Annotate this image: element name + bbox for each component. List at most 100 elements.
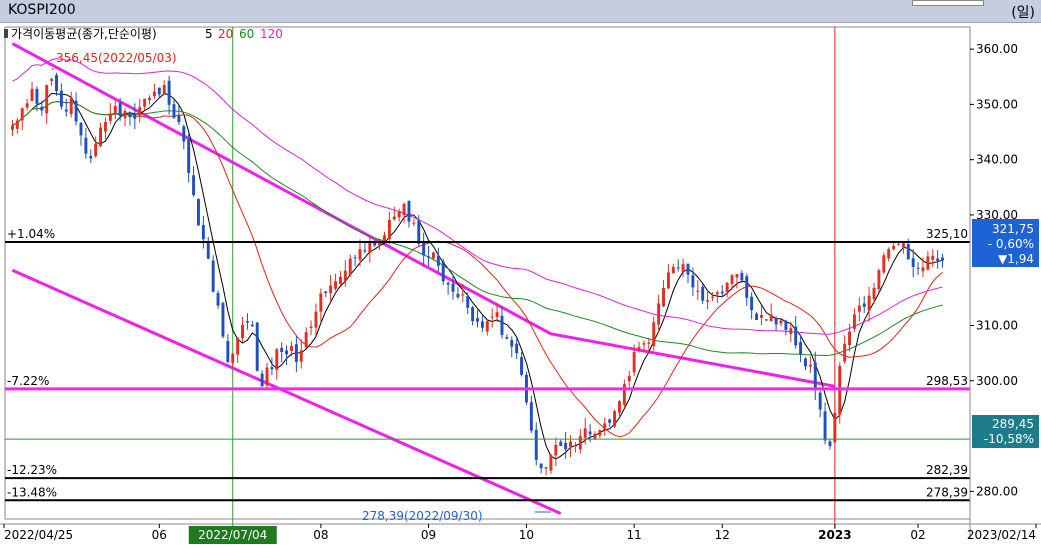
candle-body [40, 106, 44, 111]
candle-body [794, 326, 798, 346]
candle [500, 306, 504, 339]
candle-body [260, 373, 264, 387]
candle [226, 334, 230, 363]
candle-body [245, 321, 249, 323]
candle-body [211, 260, 215, 292]
candle [505, 334, 509, 340]
candle-body [348, 258, 352, 275]
candle [931, 248, 935, 267]
candle-body [10, 125, 14, 130]
candle-body [74, 100, 78, 122]
candle [833, 402, 837, 443]
indicator-title: 가격이동평균(종가,단순이평) [11, 27, 157, 41]
candle [598, 429, 602, 439]
x-tick-label: 2022/04/25 [4, 528, 73, 542]
candle [828, 438, 832, 450]
candle-body [862, 303, 866, 307]
price-levels: +1.04% 325,10 -7.22% 298,53 -12.23% 282,39 -13… [5, 68, 970, 513]
candle [412, 218, 416, 227]
candle-body [338, 276, 342, 284]
candle-body [637, 347, 641, 350]
candle-body [676, 267, 680, 269]
candle [456, 287, 460, 299]
candle [520, 351, 524, 377]
current-price: 321,75 [992, 222, 1034, 236]
candle-body [701, 286, 705, 301]
candle-body [887, 249, 891, 259]
candle-body [412, 222, 416, 224]
level-pct-label: -12.23% [7, 463, 57, 477]
candle-body [255, 322, 259, 371]
current-change: ▼1,94 [998, 252, 1034, 266]
candle-body [383, 235, 386, 242]
candle-body [334, 281, 338, 289]
candle-body [588, 431, 592, 435]
candle [25, 98, 29, 111]
candle-body [583, 428, 587, 438]
candle-body [578, 436, 582, 450]
candle [59, 83, 63, 110]
candle-body [407, 200, 411, 222]
candle [696, 280, 700, 300]
candle [490, 308, 494, 328]
candle-body [784, 320, 788, 330]
candle [383, 231, 386, 242]
price-chart[interactable]: +1.04% 325,10 -7.22% 298,53 -12.23% 282,39 -13… [0, 23, 1041, 549]
candle [294, 335, 298, 373]
candle [241, 316, 244, 342]
candle-body [69, 97, 73, 114]
candle-body [476, 318, 479, 322]
candle-body [461, 294, 465, 296]
candle [867, 286, 871, 322]
titlebar-input-box[interactable] [912, 0, 984, 6]
candle-body [627, 375, 631, 382]
candle [206, 236, 210, 260]
candle-body [201, 225, 205, 240]
candle-body [911, 258, 915, 267]
price-axis: 360.00350.00340.00330.00310.00300.00280.… [969, 27, 1018, 539]
candle [573, 442, 577, 453]
level-value-label: 278,39 [926, 485, 968, 499]
level-value-label: 298,53 [926, 374, 968, 388]
candle [877, 268, 881, 293]
candle-body [314, 311, 318, 328]
candle-body [632, 352, 636, 373]
candle-body [480, 321, 484, 328]
candle-body [294, 344, 298, 363]
candle-body [30, 88, 34, 101]
candle-body [833, 412, 837, 443]
candle [152, 83, 156, 100]
candle [657, 294, 661, 333]
candle-body [221, 303, 225, 337]
candle-body [706, 300, 710, 302]
candle-body [250, 324, 254, 327]
candle-body [593, 433, 597, 439]
candle [451, 274, 455, 300]
ma-20-label: 20 [218, 27, 233, 41]
candle-body [103, 122, 107, 132]
period-unit[interactable]: (일) [1011, 2, 1035, 22]
candle [353, 254, 357, 267]
candle [764, 319, 768, 322]
level-value-label: 282,39 [926, 463, 968, 477]
candle [735, 274, 739, 289]
candle-body [20, 108, 24, 121]
candle-body [867, 295, 871, 311]
candle [304, 327, 308, 349]
candle-body [613, 411, 617, 427]
current-pct: - 0,60% [988, 237, 1034, 251]
candle-body [358, 249, 362, 260]
candle-body [99, 127, 103, 147]
candle [466, 292, 470, 314]
candle-body [671, 266, 675, 274]
candle-body [877, 270, 881, 290]
candle [808, 356, 812, 373]
candle-body [872, 287, 876, 300]
candle [926, 251, 930, 271]
candle-body [666, 272, 670, 289]
candle [177, 105, 181, 126]
candle-body [182, 126, 186, 142]
candle-body [113, 106, 117, 115]
candle-body [759, 315, 763, 318]
candle-body [681, 264, 685, 273]
